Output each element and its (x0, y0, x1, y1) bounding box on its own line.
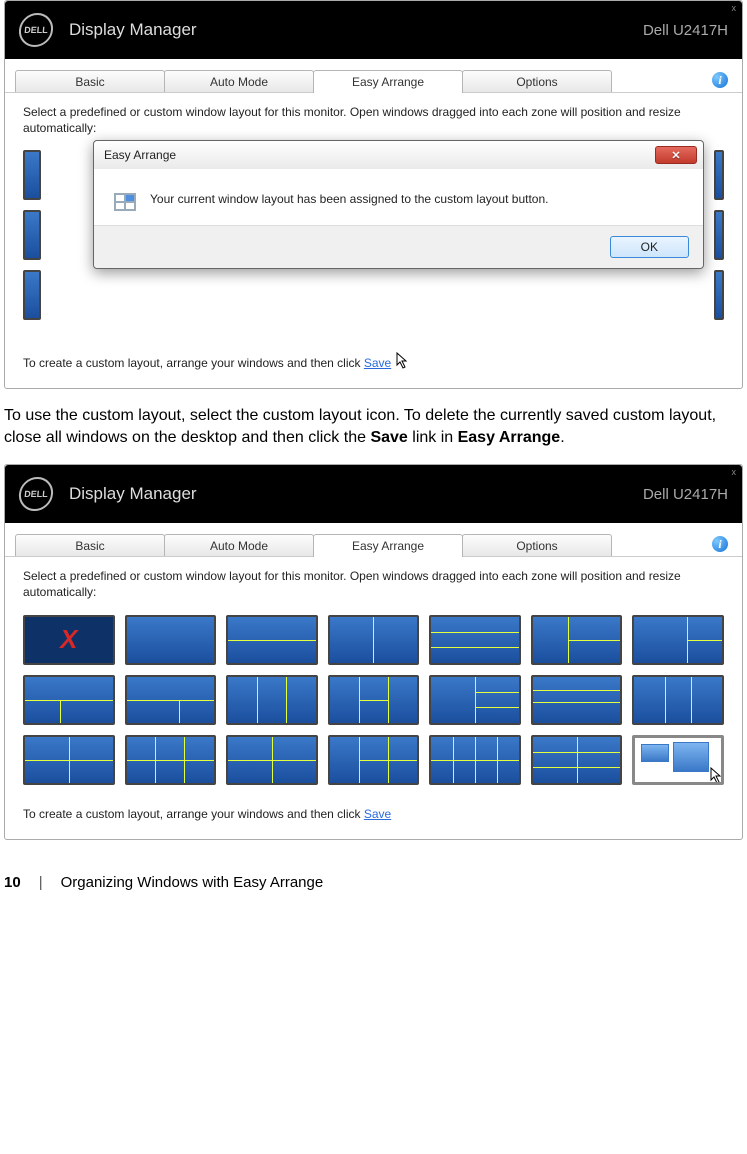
layout-quad[interactable] (23, 735, 115, 785)
layout-thumb-edge[interactable] (23, 210, 41, 260)
tab-bar: Basic Auto Mode Easy Arrange Options i (5, 523, 742, 557)
layout-rsplit[interactable] (632, 615, 724, 665)
tab-options[interactable]: Options (462, 70, 612, 92)
layout-v2[interactable] (328, 615, 420, 665)
layout-thumb-edge[interactable] (23, 270, 41, 320)
footer-text: To create a custom layout, arrange your … (23, 807, 364, 821)
cursor-icon (395, 352, 411, 370)
dell-logo-icon: DELL (18, 13, 55, 47)
layout-thumb-edge[interactable] (714, 150, 724, 200)
titlebar: DELL Display Manager Dell U2417H (5, 465, 742, 523)
layout-col3[interactable] (226, 675, 318, 725)
save-link[interactable]: Save (364, 356, 391, 370)
layout-6b[interactable] (429, 735, 521, 785)
tab-auto-mode[interactable]: Auto Mode (164, 70, 314, 92)
dialog-footer: OK (94, 226, 703, 268)
layout-none[interactable]: X (23, 615, 115, 665)
layout-thumb-edge[interactable] (714, 210, 724, 260)
confirmation-dialog: Easy Arrange ✕ Your current window layou… (93, 140, 704, 269)
layout-mix3[interactable] (328, 675, 420, 725)
page-number: 10 (4, 874, 21, 891)
layout-lsplit[interactable] (531, 615, 623, 665)
titlebar: DELL Display Manager Dell U2417H (5, 1, 742, 59)
tab-options[interactable]: Options (462, 534, 612, 556)
dialog-title: Easy Arrange (104, 148, 176, 162)
section-title: Organizing Windows with Easy Arrange (61, 874, 324, 891)
window-close-icon[interactable]: x (732, 3, 737, 13)
easy-arrange-panel: Select a predefined or custom window lay… (5, 93, 742, 388)
doc-paragraph: To use the custom layout, select the cus… (4, 405, 743, 448)
save-link[interactable]: Save (364, 807, 391, 821)
close-icon: ✕ (671, 149, 680, 162)
instruction-text: Select a predefined or custom window lay… (23, 569, 724, 600)
ok-button[interactable]: OK (610, 236, 689, 258)
cursor-icon (709, 767, 724, 785)
layout-h3[interactable] (429, 615, 521, 665)
tab-bar: Basic Auto Mode Easy Arrange Options i (5, 59, 742, 93)
monitor-model: Dell U2417H (643, 486, 728, 503)
footer-instruction: To create a custom layout, arrange your … (23, 807, 724, 821)
tab-easy-arrange[interactable]: Easy Arrange (313, 70, 463, 93)
layout-full[interactable] (125, 615, 217, 665)
dialog-body: Your current window layout has been assi… (94, 169, 703, 226)
layout-custom[interactable] (632, 735, 724, 785)
layout-8[interactable] (531, 735, 623, 785)
display-manager-window-1: x DELL Display Manager Dell U2417H Basic… (4, 0, 743, 389)
layout-5a[interactable] (125, 735, 217, 785)
monitor-model: Dell U2417H (643, 22, 728, 39)
footer-separator: | (39, 874, 43, 891)
tab-basic[interactable]: Basic (15, 534, 165, 556)
layout-narrow2[interactable] (632, 675, 724, 725)
info-icon[interactable]: i (712, 72, 728, 88)
layout-grid: X (23, 615, 724, 785)
tab-auto-mode[interactable]: Auto Mode (164, 534, 314, 556)
dialog-close-button[interactable]: ✕ (655, 146, 697, 164)
layout-tall3[interactable] (429, 675, 521, 725)
layout-row3a[interactable] (531, 675, 623, 725)
tab-easy-arrange[interactable]: Easy Arrange (313, 534, 463, 557)
window-close-icon[interactable]: x (732, 467, 737, 477)
footer-text: To create a custom layout, arrange your … (23, 356, 364, 370)
info-icon[interactable]: i (712, 536, 728, 552)
layout-br[interactable] (125, 675, 217, 725)
display-manager-window-2: x DELL Display Manager Dell U2417H Basic… (4, 464, 743, 839)
easy-arrange-panel: Select a predefined or custom window lay… (5, 557, 742, 838)
layout-6a[interactable] (328, 735, 420, 785)
layout-thumb-edge[interactable] (23, 150, 41, 200)
layout-preview-icon (114, 193, 136, 211)
dell-logo-icon: DELL (18, 477, 55, 511)
layout-thumb-edge[interactable] (714, 270, 724, 320)
footer-instruction: To create a custom layout, arrange your … (23, 352, 724, 370)
dialog-titlebar: Easy Arrange ✕ (94, 141, 703, 169)
dialog-message: Your current window layout has been assi… (150, 191, 548, 207)
instruction-text: Select a predefined or custom window lay… (23, 105, 724, 136)
app-title: Display Manager (69, 20, 643, 40)
page-footer: 10 | Organizing Windows with Easy Arrang… (4, 874, 743, 901)
layout-h2[interactable] (226, 615, 318, 665)
layout-5b[interactable] (226, 735, 318, 785)
tab-basic[interactable]: Basic (15, 70, 165, 92)
layout-grid-obscured: Easy Arrange ✕ Your current window layou… (23, 150, 724, 330)
layout-bl[interactable] (23, 675, 115, 725)
app-title: Display Manager (69, 484, 643, 504)
